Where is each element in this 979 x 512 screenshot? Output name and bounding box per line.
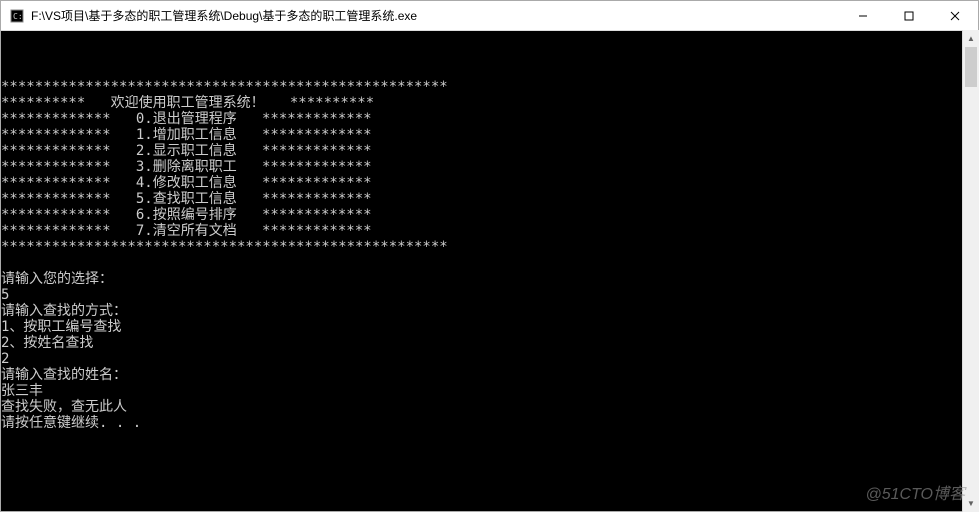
- close-button[interactable]: [932, 1, 978, 30]
- maximize-button[interactable]: [886, 1, 932, 30]
- menu-border-top: ****************************************…: [1, 79, 448, 95]
- method-option-2: 2、按姓名查找: [1, 335, 93, 351]
- scroll-track[interactable]: [963, 47, 979, 495]
- console-area[interactable]: ****************************************…: [1, 31, 978, 511]
- menu-welcome: ********** 欢迎使用职工管理系统！ **********: [1, 95, 374, 111]
- continue-prompt: 请按任意键继续. . .: [1, 415, 141, 431]
- minimize-button[interactable]: [840, 1, 886, 30]
- vertical-scrollbar[interactable]: ▲ ▼: [962, 30, 979, 512]
- input-choice: 5: [1, 287, 9, 303]
- prompt-choice: 请输入您的选择：: [1, 271, 113, 287]
- menu-border-bottom: ****************************************…: [1, 239, 448, 255]
- result-line: 查找失败，查无此人: [1, 399, 127, 415]
- input-name: 张三丰: [1, 383, 43, 399]
- window-controls: [840, 1, 978, 30]
- menu-item-5: ************* 5.查找职工信息 *************: [1, 191, 372, 207]
- prompt-name: 请输入查找的姓名：: [1, 367, 127, 383]
- input-method: 2: [1, 351, 9, 367]
- app-window: C: F:\VS项目\基于多态的职工管理系统\Debug\基于多态的职工管理系统…: [0, 0, 979, 512]
- menu-item-0: ************* 0.退出管理程序 *************: [1, 111, 372, 127]
- scroll-down-arrow-icon[interactable]: ▼: [963, 495, 979, 512]
- app-icon: C:: [9, 8, 25, 24]
- scroll-up-arrow-icon[interactable]: ▲: [963, 30, 979, 47]
- menu-item-2: ************* 2.显示职工信息 *************: [1, 143, 372, 159]
- menu-item-3: ************* 3.删除离职职工 *************: [1, 159, 372, 175]
- console-output: ****************************************…: [1, 63, 978, 431]
- menu-item-6: ************* 6.按照编号排序 *************: [1, 207, 372, 223]
- menu-item-1: ************* 1.增加职工信息 *************: [1, 127, 372, 143]
- prompt-method: 请输入查找的方式：: [1, 303, 127, 319]
- method-option-1: 1、按职工编号查找: [1, 319, 121, 335]
- menu-item-4: ************* 4.修改职工信息 *************: [1, 175, 372, 191]
- svg-text:C:: C:: [13, 12, 23, 21]
- titlebar[interactable]: C: F:\VS项目\基于多态的职工管理系统\Debug\基于多态的职工管理系统…: [1, 1, 978, 31]
- window-title: F:\VS项目\基于多态的职工管理系统\Debug\基于多态的职工管理系统.ex…: [31, 7, 840, 24]
- scroll-thumb[interactable]: [965, 47, 977, 87]
- menu-item-7: ************* 7.清空所有文档 *************: [1, 223, 372, 239]
